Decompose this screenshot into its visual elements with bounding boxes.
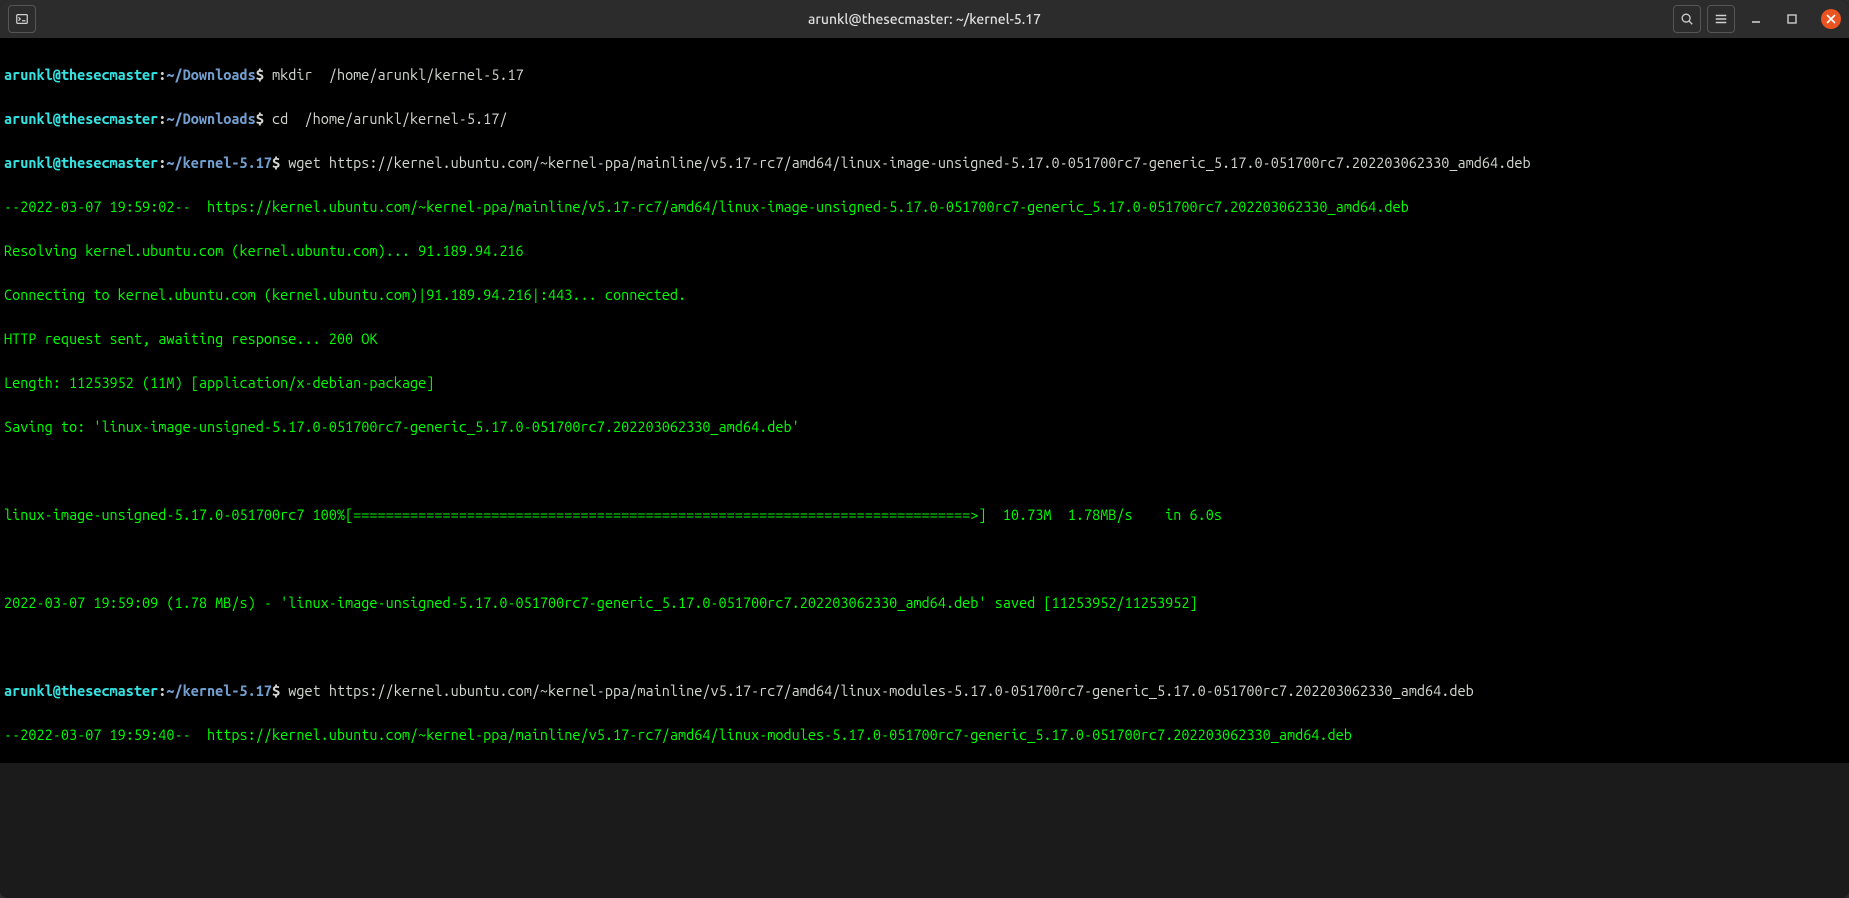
terminal-tab-icon [15, 12, 29, 26]
output-line: 2022-03-07 19:59:09 (1.78 MB/s) - 'linux… [4, 592, 1845, 614]
hamburger-icon [1714, 12, 1728, 26]
empty-area [0, 763, 1849, 898]
minimize-button[interactable] [1747, 10, 1765, 28]
terminal-output[interactable]: arunkl@thesecmaster:~/Downloads$ mkdir /… [0, 38, 1849, 763]
titlebar: arunkl@thesecmaster: ~/kernel-5.17 [0, 0, 1849, 38]
output-line: Connecting to kernel.ubuntu.com (kernel.… [4, 284, 1845, 306]
command-text: mkdir /home/arunkl/kernel-5.17 [272, 66, 524, 83]
close-icon [1826, 14, 1836, 24]
output-line: Saving to: 'linux-image-unsigned-5.17.0-… [4, 416, 1845, 438]
menu-button[interactable] [1707, 5, 1735, 33]
output-line: Resolving kernel.ubuntu.com (kernel.ubun… [4, 240, 1845, 262]
terminal-window: arunkl@thesecmaster: ~/kernel-5.17 [0, 0, 1849, 898]
prompt-user: arunkl@thesecmaster [4, 66, 158, 83]
command-text: cd /home/arunkl/kernel-5.17/ [272, 110, 507, 127]
output-line: HTTP request sent, awaiting response... … [4, 328, 1845, 350]
close-button[interactable] [1821, 9, 1841, 29]
prompt-path: ~/Downloads [166, 66, 255, 83]
output-line: --2022-03-07 19:59:02-- https://kernel.u… [4, 196, 1845, 218]
minimize-icon [1750, 13, 1762, 25]
output-line: Length: 11253952 (11M) [application/x-de… [4, 372, 1845, 394]
search-button[interactable] [1673, 5, 1701, 33]
window-title: arunkl@thesecmaster: ~/kernel-5.17 [808, 11, 1041, 27]
maximize-button[interactable] [1783, 10, 1801, 28]
new-tab-button[interactable] [8, 5, 36, 33]
search-icon [1680, 12, 1694, 26]
command-text: wget https://kernel.ubuntu.com/~kernel-p… [288, 682, 1474, 699]
output-line: --2022-03-07 19:59:40-- https://kernel.u… [4, 724, 1845, 746]
progress-line: linux-image-unsigned-5.17.0-051700rc7 10… [4, 504, 1845, 526]
maximize-icon [1786, 13, 1798, 25]
command-text: wget https://kernel.ubuntu.com/~kernel-p… [288, 154, 1530, 171]
